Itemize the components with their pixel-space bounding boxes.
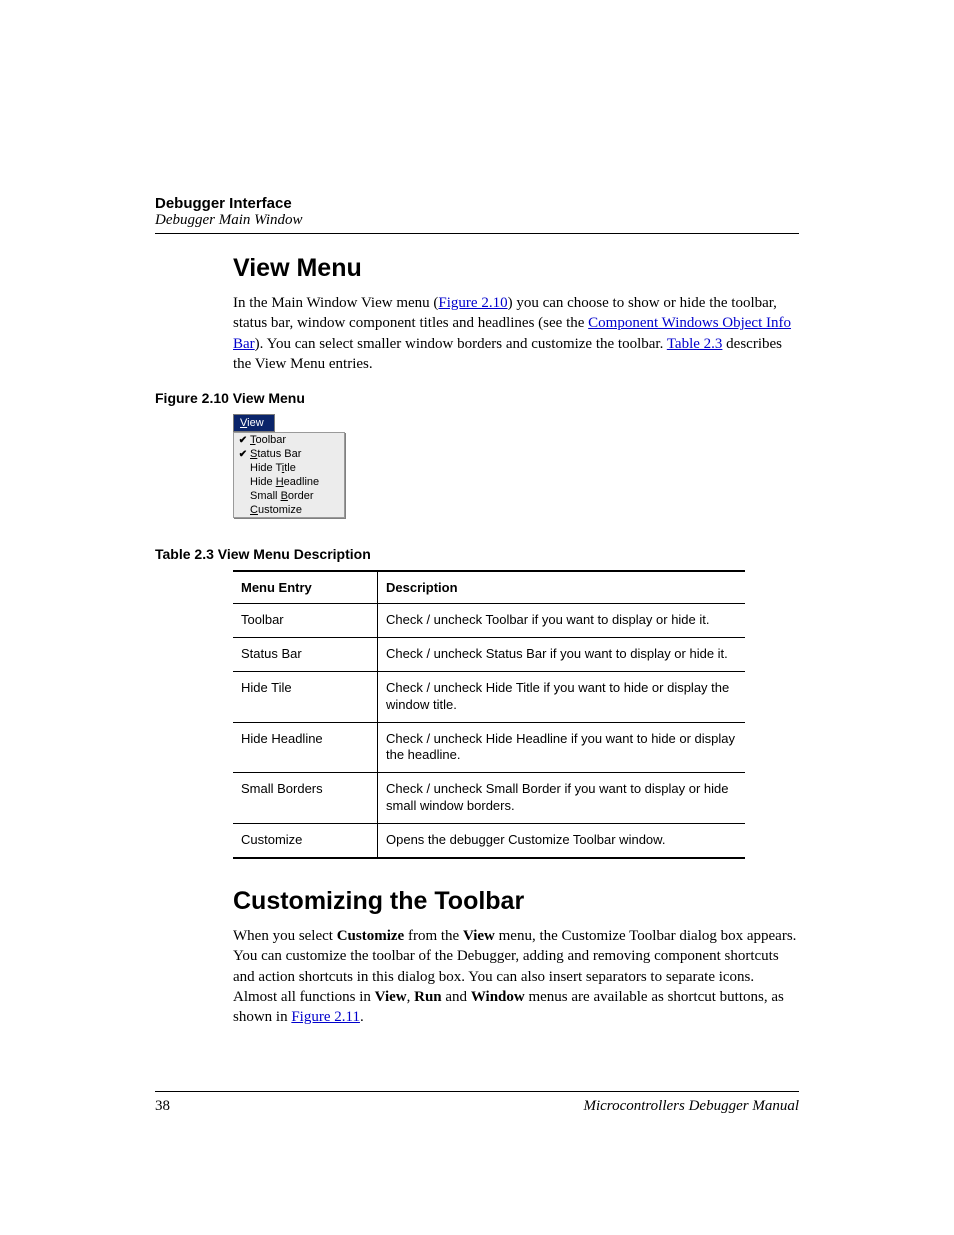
menu-item: Small Border: [234, 489, 344, 503]
text: ,: [407, 989, 415, 1005]
check-icon: ✔: [236, 449, 250, 460]
book-title: Microcontrollers Debugger Manual: [583, 1098, 799, 1115]
menu-item: Hide Title: [234, 461, 344, 475]
text: .: [360, 1009, 364, 1025]
page-number: 38: [155, 1098, 170, 1115]
bold-text: Run: [414, 989, 442, 1005]
menu-item: Customize: [234, 503, 344, 517]
page-header: Debugger Interface Debugger Main Window: [155, 195, 799, 234]
figure-view-menu: View ✔Toolbar✔Status BarHide TitleHide H…: [233, 414, 345, 518]
table-row: Hide HeadlineCheck / uncheck Hide Headli…: [233, 722, 745, 773]
text: and: [442, 989, 471, 1005]
table-cell-entry: Status Bar: [233, 637, 378, 671]
section2-paragraph: When you select Customize from the View …: [233, 926, 799, 1027]
link-figure-2-11[interactable]: Figure 2.11: [291, 1009, 360, 1025]
section-heading-customizing-toolbar: Customizing the Toolbar: [233, 887, 799, 916]
check-icon: ✔: [236, 435, 250, 446]
menu-item-label: Toolbar: [250, 434, 286, 446]
table-cell-entry: Hide Tile: [233, 671, 378, 722]
chapter-title: Debugger Interface: [155, 195, 799, 212]
table-row: Hide TileCheck / uncheck Hide Title if y…: [233, 671, 745, 722]
table-header-description: Description: [378, 571, 746, 604]
text: iew: [247, 417, 264, 429]
bold-text: View: [463, 928, 495, 944]
text: In the Main Window View menu (: [233, 295, 438, 311]
page-footer: 38 Microcontrollers Debugger Manual: [155, 1091, 799, 1115]
table-caption: Table 2.3 View Menu Description: [155, 546, 799, 562]
table-cell-entry: Hide Headline: [233, 722, 378, 773]
bold-text: Window: [471, 989, 525, 1005]
menu-title-view: View: [233, 414, 275, 432]
link-table-2-3[interactable]: Table 2.3: [667, 336, 723, 352]
menu-item: ✔Toolbar: [234, 433, 344, 447]
menu-item: ✔Status Bar: [234, 447, 344, 461]
text: When you select: [233, 928, 337, 944]
bold-text: Customize: [337, 928, 405, 944]
table-row: Status BarCheck / uncheck Status Bar if …: [233, 637, 745, 671]
table-cell-description: Opens the debugger Customize Toolbar win…: [378, 824, 746, 858]
text: ). You can select smaller window borders…: [255, 336, 667, 352]
menu-item-label: Hide Headline: [250, 476, 319, 488]
table-cell-entry: Toolbar: [233, 604, 378, 638]
table-cell-entry: Customize: [233, 824, 378, 858]
table-cell-description: Check / uncheck Small Border if you want…: [378, 773, 746, 824]
table-cell-description: Check / uncheck Toolbar if you want to d…: [378, 604, 746, 638]
table-cell-description: Check / uncheck Hide Headline if you wan…: [378, 722, 746, 773]
menu-item-label: Customize: [250, 504, 302, 516]
bold-text: View: [375, 989, 407, 1005]
table-row: CustomizeOpens the debugger Customize To…: [233, 824, 745, 858]
table-row: ToolbarCheck / uncheck Toolbar if you wa…: [233, 604, 745, 638]
table-cell-description: Check / uncheck Hide Title if you want t…: [378, 671, 746, 722]
section1-paragraph: In the Main Window View menu (Figure 2.1…: [233, 293, 799, 374]
table-header-entry: Menu Entry: [233, 571, 378, 604]
section-heading-view-menu: View Menu: [233, 254, 799, 283]
chapter-subtitle: Debugger Main Window: [155, 212, 799, 229]
menu-item-label: Status Bar: [250, 448, 301, 460]
menu-dropdown: ✔Toolbar✔Status BarHide TitleHide Headli…: [233, 432, 345, 518]
link-figure-2-10[interactable]: Figure 2.10: [438, 295, 507, 311]
menu-item: Hide Headline: [234, 475, 344, 489]
figure-caption: Figure 2.10 View Menu: [155, 390, 799, 406]
menu-item-label: Hide Title: [250, 462, 296, 474]
table-cell-description: Check / uncheck Status Bar if you want t…: [378, 637, 746, 671]
menu-item-label: Small Border: [250, 490, 314, 502]
table-row: Small BordersCheck / uncheck Small Borde…: [233, 773, 745, 824]
table-cell-entry: Small Borders: [233, 773, 378, 824]
text: from the: [404, 928, 463, 944]
table-view-menu-description: Menu Entry Description ToolbarCheck / un…: [233, 570, 745, 859]
